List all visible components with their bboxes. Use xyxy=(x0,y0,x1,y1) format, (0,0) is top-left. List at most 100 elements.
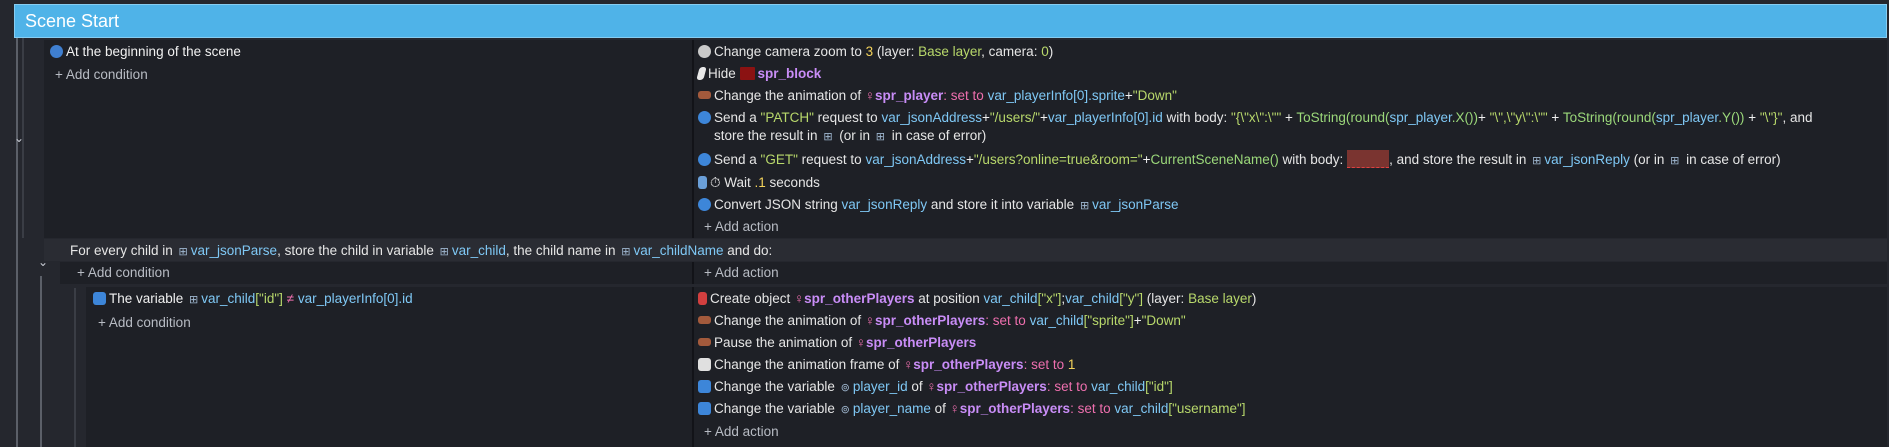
text-fragment: 0 xyxy=(1041,44,1049,59)
async-icon xyxy=(698,176,707,189)
variable-icon: ⊞ xyxy=(178,245,188,258)
text-fragment: "\"}" xyxy=(1759,110,1783,125)
action-send-patch-line2[interactable]: store the result in ⊞ (or in ⊞ in case o… xyxy=(714,127,986,146)
text-fragment: , the child name in xyxy=(505,243,620,258)
text-fragment: in case of error) xyxy=(1682,152,1781,167)
text-fragment: Change the variable xyxy=(714,401,839,416)
frame-icon xyxy=(698,358,711,371)
action-create-object[interactable]: Create object ♀spr_otherPlayers at posit… xyxy=(698,290,1256,308)
text-fragment: ) xyxy=(1048,44,1054,59)
text-fragment: The variable xyxy=(109,291,188,306)
action-camera-zoom[interactable]: Change camera zoom to 3 (layer: Base lay… xyxy=(698,43,1053,61)
action-convert-json[interactable]: Convert JSON string var_jsonReply and st… xyxy=(698,196,1178,215)
action-wait[interactable]: ⏱ Wait .1 seconds xyxy=(698,174,820,192)
text-fragment: request to xyxy=(797,152,866,167)
text-fragment: Create object xyxy=(710,291,795,306)
text-fragment: ) xyxy=(1251,291,1257,306)
object-icon: ♀ xyxy=(794,291,805,306)
text-fragment: and store it into variable xyxy=(927,197,1078,212)
object-icon: ♀ xyxy=(864,313,875,328)
object-icon: ♀ xyxy=(855,335,866,350)
text-fragment: spr_otherPlayers xyxy=(913,357,1024,372)
tree-line-inner xyxy=(40,276,42,447)
text-fragment: + xyxy=(1744,110,1760,125)
add-action-link[interactable]: + Add action xyxy=(704,218,779,236)
text-fragment: + xyxy=(982,110,990,125)
text-fragment: + xyxy=(1547,110,1563,125)
text-fragment: in case of error) xyxy=(888,128,987,143)
text-fragment: spr_otherPlayers xyxy=(959,401,1071,416)
text-fragment: + xyxy=(1040,110,1048,125)
text-fragment: ["x"] xyxy=(1037,291,1062,306)
empty-body-field[interactable] xyxy=(1347,150,1390,168)
text-fragment: Base layer xyxy=(918,44,982,59)
variable-icon: ⊞ xyxy=(621,245,631,258)
text-fragment: spr_player xyxy=(874,88,944,103)
foreach-text[interactable]: For every child in ⊞ var_jsonParse, store… xyxy=(70,242,772,261)
action-change-animation[interactable]: Change the animation of ♀spr_player: set… xyxy=(698,87,1177,105)
text-fragment: , and xyxy=(1782,110,1813,125)
event2-conditions-panel[interactable] xyxy=(86,287,692,447)
variable-icon: ⊞ xyxy=(189,293,199,306)
network-icon xyxy=(698,198,711,211)
text-fragment: , store the child in variable xyxy=(277,243,438,258)
text-fragment: Send a xyxy=(714,152,761,167)
variable-icon: ⊞ xyxy=(1670,154,1680,167)
text-fragment: + xyxy=(1478,110,1490,125)
object-icon: ♀ xyxy=(903,357,914,372)
action-change-variable-id[interactable]: Change the variable ⊚ player_id of ♀spr_o… xyxy=(698,378,1173,397)
text-fragment: (or in xyxy=(835,128,874,143)
text-fragment: , camera: xyxy=(981,44,1042,59)
event2-add-condition[interactable]: + Add condition xyxy=(98,314,191,332)
action-change-variable-name[interactable]: Change the variable ⊚ player_name of ♀spr… xyxy=(698,400,1246,419)
text-fragment: .X()) xyxy=(1451,110,1479,125)
text-fragment: spr_otherPlayers xyxy=(865,335,977,350)
event2-condition[interactable]: The variable ⊞ var_child["id"] ≠ var_play… xyxy=(93,290,413,309)
text-fragment: Base layer xyxy=(1188,291,1252,306)
action-pause-animation[interactable]: Pause the animation of ♀spr_otherPlayers xyxy=(698,334,976,352)
text-fragment: Change the animation of xyxy=(714,88,865,103)
variable-compare-icon xyxy=(93,292,106,305)
event1-condition[interactable]: At the beginning of the scene xyxy=(50,43,241,61)
foreach-actions-panel[interactable] xyxy=(694,262,1887,284)
text-fragment: At the beginning of the scene xyxy=(66,44,241,59)
variable-icon: ⊞ xyxy=(1079,199,1090,212)
foreach-add-condition[interactable]: + Add condition xyxy=(77,264,170,282)
text-fragment: Wait xyxy=(724,175,755,190)
object-variable-icon: ⊚ xyxy=(840,381,850,394)
action-send-get[interactable]: Send a "GET" request to var_jsonAddress+… xyxy=(698,150,1781,170)
text-fragment: 3 xyxy=(865,44,874,59)
text-fragment: var_playerInfo[0].id xyxy=(297,291,413,306)
text-fragment: + xyxy=(966,152,974,167)
text-fragment: "/users/" xyxy=(989,110,1040,125)
text-fragment: with body: xyxy=(1278,152,1348,167)
timer-icon: ⏱ xyxy=(710,175,725,190)
text-fragment: ≠ xyxy=(282,291,298,306)
network-icon xyxy=(698,111,711,124)
scene-header[interactable]: Scene Start xyxy=(14,4,1887,38)
text-fragment: (layer: xyxy=(873,44,919,59)
text-fragment: "GET" xyxy=(760,152,798,167)
text-fragment: (or in xyxy=(1629,152,1669,167)
tree-line xyxy=(16,38,18,447)
add-condition-link[interactable]: + Add condition xyxy=(55,66,148,84)
foreach-add-action[interactable]: + Add action xyxy=(704,264,779,282)
text-fragment: CurrentSceneName() xyxy=(1150,152,1279,167)
object-icon: ♀ xyxy=(926,379,937,394)
text-fragment: "\",\"y\":\"" xyxy=(1489,110,1548,125)
text-fragment: var_childName xyxy=(633,243,724,258)
text-fragment: Change the animation frame of xyxy=(714,357,904,372)
eraser-icon xyxy=(696,67,707,80)
action-change-animation-2[interactable]: Change the animation of ♀spr_otherPlayer… xyxy=(698,312,1186,330)
text-fragment: var_jsonReply xyxy=(1544,152,1630,167)
event2-add-action[interactable]: + Add action xyxy=(704,423,779,441)
object-icon: ♀ xyxy=(949,401,960,416)
action-send-patch[interactable]: Send a "PATCH" request to var_jsonAddres… xyxy=(698,109,1813,127)
text-fragment: player_name xyxy=(852,401,931,416)
text-fragment: var_child xyxy=(1091,379,1146,394)
text-fragment: and do: xyxy=(723,243,773,258)
text-fragment: : set to xyxy=(1070,401,1115,416)
text-fragment: ["y"] xyxy=(1119,291,1144,306)
action-hide[interactable]: Hide spr_block xyxy=(696,65,821,83)
action-animation-frame[interactable]: Change the animation frame of ♀spr_other… xyxy=(698,356,1075,374)
